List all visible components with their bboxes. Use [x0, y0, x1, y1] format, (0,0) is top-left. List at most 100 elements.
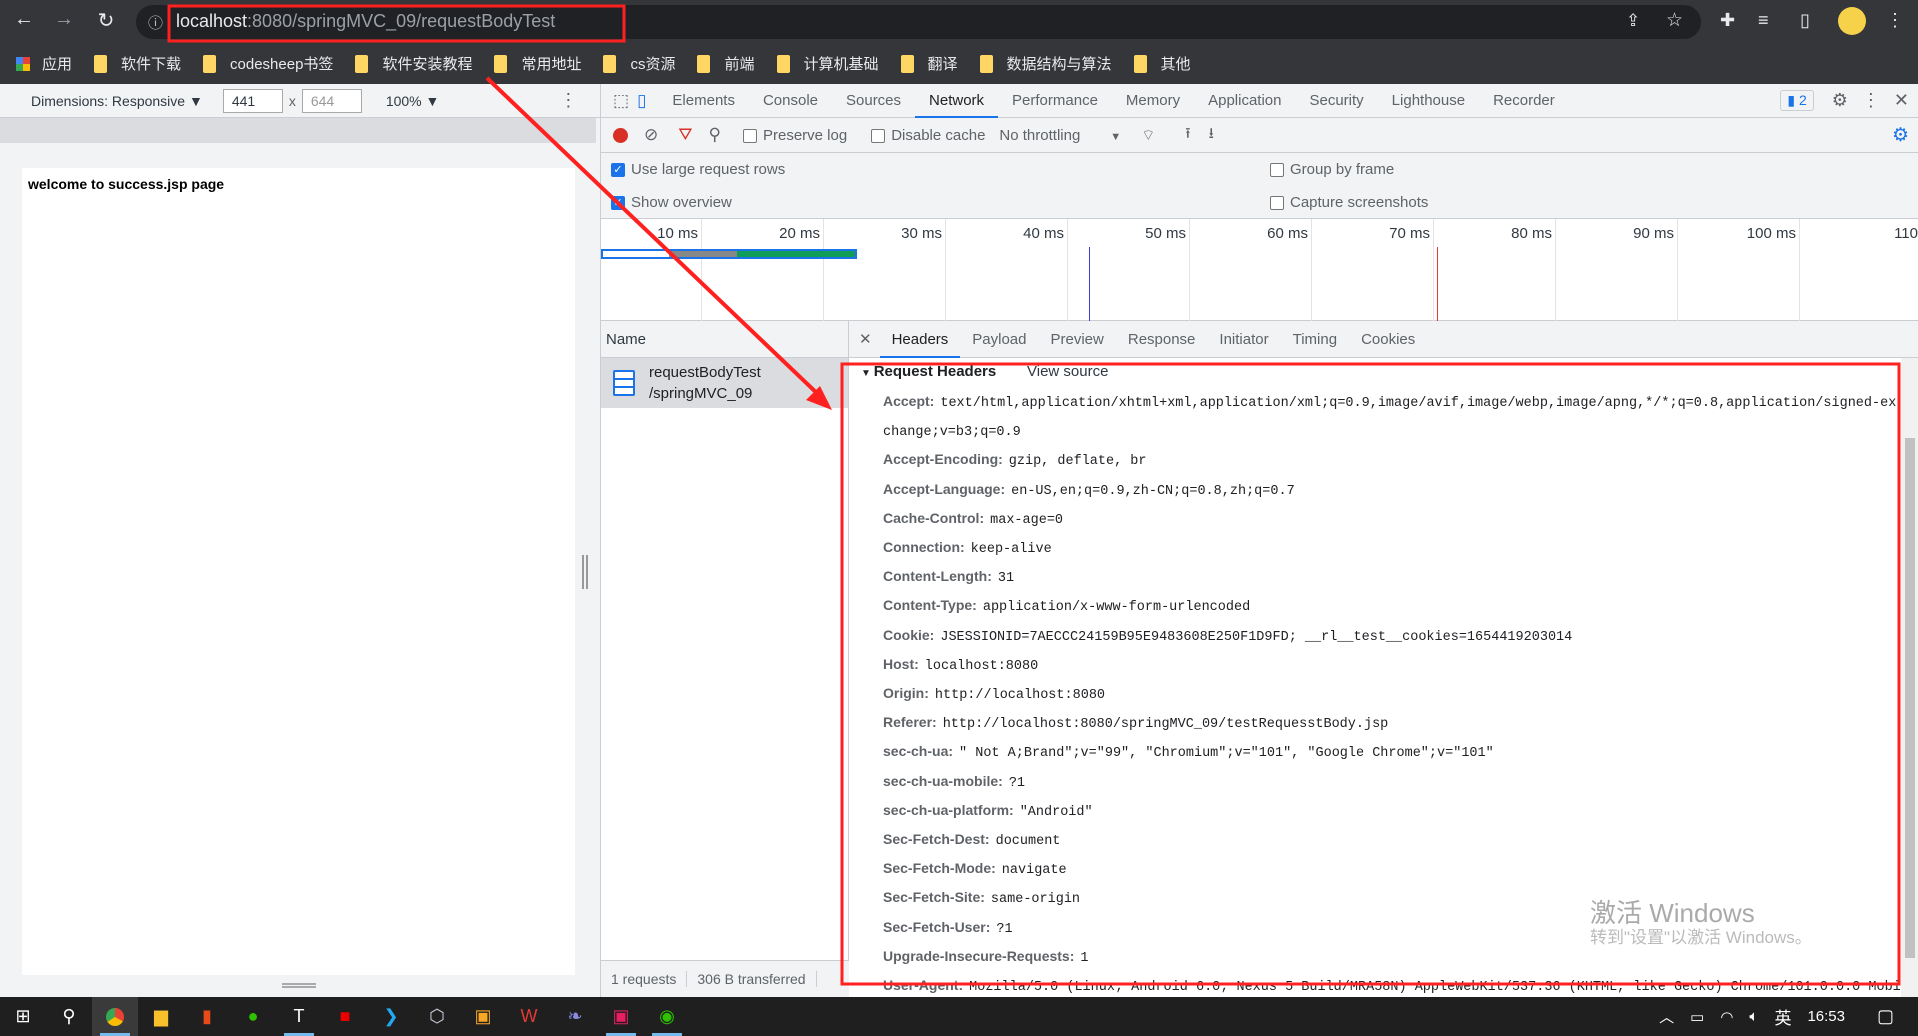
- bookmark-item[interactable]: 软件下载: [94, 53, 181, 74]
- volume-icon[interactable]: 🔈︎: [1749, 1008, 1758, 1025]
- youdao-icon[interactable]: ■: [322, 997, 368, 1036]
- disable-cache-checkbox[interactable]: Disable cache: [871, 127, 985, 144]
- detail-tab-preview[interactable]: Preview: [1039, 321, 1116, 358]
- clock[interactable]: 16:53: [1807, 1008, 1845, 1025]
- bookmark-item[interactable]: 数据结构与算法: [979, 53, 1112, 74]
- tab-network[interactable]: Network: [915, 84, 999, 119]
- capture-screenshots-checkbox[interactable]: Capture screenshots: [1270, 194, 1428, 211]
- share-icon[interactable]: ⇪: [1626, 11, 1640, 31]
- tab-application[interactable]: Application: [1194, 84, 1295, 118]
- network-conditions-icon[interactable]: ⌔: [1141, 126, 1155, 145]
- notifications-icon[interactable]: ▢: [1877, 1006, 1894, 1027]
- typora-icon[interactable]: T: [276, 997, 322, 1036]
- clear-icon[interactable]: ⊘: [644, 125, 658, 145]
- search-icon[interactable]: ⚲: [46, 997, 92, 1036]
- ime-indicator[interactable]: 英: [1774, 1004, 1791, 1029]
- resize-handle-bottom[interactable]: [282, 983, 316, 988]
- bookmark-item[interactable]: 翻译: [900, 53, 958, 74]
- device-toggle-icon[interactable]: ▯: [637, 91, 646, 111]
- virtualbox-icon[interactable]: ⬡: [414, 997, 460, 1036]
- more-options-icon[interactable]: ⋮: [559, 90, 577, 111]
- music-icon[interactable]: ◉: [644, 997, 690, 1036]
- bookmark-item[interactable]: 软件安装教程: [355, 53, 472, 74]
- tab-memory[interactable]: Memory: [1112, 84, 1194, 118]
- detail-tab-response[interactable]: Response: [1116, 321, 1208, 358]
- bookmark-item[interactable]: 前端: [697, 53, 755, 74]
- bookmark-item[interactable]: codesheep书签: [203, 53, 333, 74]
- app-icon[interactable]: ▣: [460, 997, 506, 1036]
- scrollbar-thumb[interactable]: [1905, 438, 1915, 958]
- address-bar[interactable]: ⓘ localhost:8080/springMVC_09/requestBod…: [136, 5, 1701, 39]
- header-row: Host: localhost:8080: [883, 651, 1901, 680]
- forward-icon[interactable]: →: [50, 8, 78, 31]
- dimensions-select[interactable]: Dimensions: Responsive ▼: [31, 93, 203, 109]
- info-icon[interactable]: ⓘ: [148, 12, 163, 33]
- intellij-icon[interactable]: ▣: [598, 997, 644, 1036]
- filter-icon[interactable]: ⛛: [678, 125, 692, 145]
- star-icon[interactable]: ☆: [1666, 9, 1683, 32]
- detail-tab-headers[interactable]: Headers: [879, 321, 961, 359]
- bookmark-item[interactable]: 应用: [16, 53, 72, 74]
- close-icon[interactable]: ✕: [859, 330, 872, 348]
- export-har-icon[interactable]: ⭳: [1209, 123, 1214, 148]
- battery-icon[interactable]: ▭: [1690, 1008, 1704, 1026]
- width-input[interactable]: 441: [222, 88, 283, 113]
- tab-performance[interactable]: Performance: [998, 84, 1112, 118]
- windows-start-icon[interactable]: ⊞: [0, 997, 46, 1036]
- import-har-icon[interactable]: ⭱: [1185, 123, 1190, 148]
- detail-tab-payload[interactable]: Payload: [960, 321, 1038, 358]
- menu-icon[interactable]: ⋮: [1886, 10, 1904, 31]
- vscode-icon[interactable]: ❯: [368, 997, 414, 1036]
- extensions-icon[interactable]: ✚: [1720, 10, 1735, 31]
- wechat-icon[interactable]: ●: [230, 997, 276, 1036]
- office-icon[interactable]: ▮: [184, 997, 230, 1036]
- request-headers-toggle[interactable]: ▼ Request Headers: [861, 363, 996, 380]
- search-icon[interactable]: ⚲: [709, 125, 721, 145]
- view-source-link[interactable]: View source: [1027, 363, 1108, 380]
- show-overview-checkbox[interactable]: ✓ Show overview: [611, 194, 732, 211]
- reload-icon[interactable]: ↻: [92, 8, 120, 33]
- tab-lighthouse[interactable]: Lighthouse: [1378, 84, 1479, 118]
- wps-icon[interactable]: W: [506, 997, 552, 1036]
- detail-tab-initiator[interactable]: Initiator: [1207, 321, 1280, 358]
- height-input[interactable]: 644: [301, 88, 362, 113]
- throttling-select[interactable]: No throttling ▼: [999, 127, 1121, 144]
- settings-icon[interactable]: ⚙: [1832, 90, 1848, 111]
- avatar[interactable]: [1838, 7, 1866, 35]
- tab-security[interactable]: Security: [1295, 84, 1377, 118]
- scrollbar[interactable]: [1901, 358, 1918, 997]
- bookmark-item[interactable]: 其他: [1133, 53, 1191, 74]
- tab-elements[interactable]: Elements: [658, 84, 749, 118]
- mysql-icon[interactable]: ❧: [552, 997, 598, 1036]
- bookmark-item[interactable]: cs资源: [603, 53, 675, 74]
- detail-tab-timing[interactable]: Timing: [1281, 321, 1349, 358]
- group-by-frame-checkbox[interactable]: Group by frame: [1270, 161, 1394, 178]
- network-overview[interactable]: 10 ms 20 ms 30 ms 40 ms 50 ms 60 ms 70 ms 80 ms…: [601, 219, 1918, 321]
- issues-badge[interactable]: ▮ 2: [1780, 90, 1814, 111]
- close-devtools-icon[interactable]: ✕: [1894, 90, 1909, 111]
- detail-tab-cookies[interactable]: Cookies: [1349, 321, 1427, 358]
- side-panel-icon[interactable]: ▯: [1800, 10, 1810, 31]
- resize-handle-right[interactable]: [582, 555, 588, 589]
- media-icon[interactable]: ≡: [1758, 10, 1769, 31]
- bookmark-item[interactable]: 计算机基础: [776, 53, 879, 74]
- back-icon[interactable]: ←: [10, 8, 38, 31]
- request-row[interactable]: requestBodyTest/springMVC_09: [601, 358, 848, 408]
- wifi-icon[interactable]: ◠: [1720, 1008, 1733, 1026]
- preserve-log-checkbox[interactable]: Preserve log: [742, 127, 847, 144]
- network-settings-icon[interactable]: ⚙: [1892, 124, 1909, 147]
- inspect-icon[interactable]: ⬚: [613, 91, 629, 111]
- tab-console[interactable]: Console: [749, 84, 832, 118]
- chrome-icon[interactable]: [92, 997, 138, 1036]
- name-column-header[interactable]: Name: [601, 321, 848, 358]
- more-icon[interactable]: ⋮: [1862, 90, 1880, 111]
- tab-sources[interactable]: Sources: [832, 84, 915, 118]
- zoom-select[interactable]: 100% ▼: [386, 93, 440, 109]
- url-text[interactable]: localhost:8080/springMVC_09/requestBodyT…: [176, 11, 555, 32]
- large-rows-checkbox[interactable]: ✓ Use large request rows: [611, 161, 785, 178]
- bookmark-item[interactable]: 常用地址: [494, 53, 581, 74]
- tab-recorder[interactable]: Recorder: [1479, 84, 1569, 118]
- record-icon[interactable]: [613, 127, 628, 143]
- file-explorer-icon[interactable]: ▆: [138, 997, 184, 1036]
- chevron-up-icon[interactable]: ︿: [1659, 1006, 1674, 1027]
